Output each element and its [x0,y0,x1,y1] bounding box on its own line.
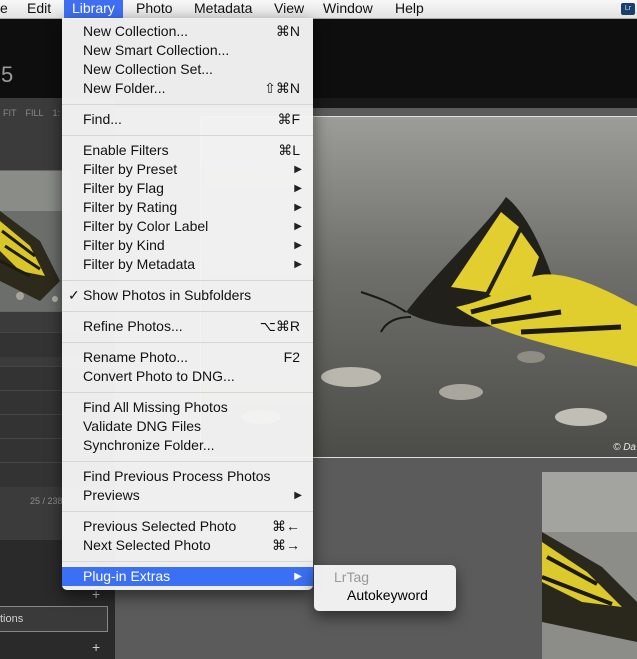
submenu-arrow-icon: ▶ [294,221,302,232]
plugin-extras-submenu: LrTag Autokeyword [314,565,456,611]
menu-item-next-selected-photo[interactable]: Next Selected Photo ⌘→ [62,536,313,555]
menu-separator [62,104,313,105]
library-menu: New Collection... ⌘N New Smart Collection… [62,18,313,590]
navigator-preview[interactable] [0,170,71,312]
menu-item-previous-selected-photo[interactable]: Previous Selected Photo ⌘← [62,517,313,536]
menu-item-synchronize-folder[interactable]: Synchronize Folder... [62,436,313,455]
menu-separator [62,461,313,462]
menu-item-new-smart-collection[interactable]: New Smart Collection... [62,41,313,60]
zoom-fit[interactable]: FIT [3,108,17,118]
menu-view[interactable]: View [266,0,312,18]
collections-field[interactable]: tions [0,606,108,632]
submenu-header-lrtag: LrTag [334,569,370,585]
menu-separator [62,280,313,281]
menu-item-filter-by-kind[interactable]: Filter by Kind ▶ [62,236,313,255]
menu-item-find[interactable]: Find... ⌘F [62,110,313,129]
menu-window[interactable]: Window [315,0,381,18]
add-icon[interactable]: + [92,639,100,655]
lightroom-badge-icon[interactable]: Lr [621,3,635,15]
zoom-1-1[interactable]: 1: [53,108,61,118]
folder-count: 25 / 238 [30,496,63,506]
menu-help[interactable]: Help [387,0,432,18]
menu-item-new-folder[interactable]: New Folder... ⇧⌘N [62,79,313,98]
menu-edit[interactable]: Edit [19,0,59,18]
menu-item-filter-by-preset[interactable]: Filter by Preset ▶ [62,160,313,179]
menu-item-filter-by-rating[interactable]: Filter by Rating ▶ [62,198,313,217]
menu-separator [62,342,313,343]
menu-item-new-collection[interactable]: New Collection... ⌘N [62,22,313,41]
menu-bar: e Edit Library Photo Metadata View Windo… [0,0,637,19]
menu-item-validate-dng-files[interactable]: Validate DNG Files [62,417,313,436]
navigator-butterfly-image [0,171,70,311]
menu-item-find-all-missing-photos[interactable]: Find All Missing Photos [62,398,313,417]
module-number: 5 [1,62,14,87]
menu-separator [62,392,313,393]
submenu-arrow-icon: ▶ [294,202,302,213]
menu-file[interactable]: e [0,0,16,18]
menu-item-show-photos-in-subfolders[interactable]: ✓ Show Photos in Subfolders [62,286,313,305]
checkmark-icon: ✓ [68,287,80,303]
menu-item-filter-by-flag[interactable]: Filter by Flag ▶ [62,179,313,198]
submenu-arrow-icon: ▶ [294,259,302,270]
menu-item-filter-by-metadata[interactable]: Filter by Metadata ▶ [62,255,313,274]
thumbnail-butterfly-image [542,472,637,659]
menu-item-rename-photo[interactable]: Rename Photo... F2 [62,348,313,367]
menu-item-enable-filters[interactable]: Enable Filters ⌘L [62,141,313,160]
secondary-thumbnail[interactable] [542,472,637,659]
submenu-arrow-icon: ▶ [294,164,302,175]
photo-credit: © Da [613,442,636,453]
menu-item-new-collection-set[interactable]: New Collection Set... [62,60,313,79]
menu-item-refine-photos[interactable]: Refine Photos... ⌥⌘R [62,317,313,336]
menu-item-filter-by-color-label[interactable]: Filter by Color Label ▶ [62,217,313,236]
menu-item-plug-in-extras[interactable]: Plug-in Extras ▶ [62,567,313,586]
menu-item-find-previous-process-photos[interactable]: Find Previous Process Photos [62,467,313,486]
submenu-arrow-icon: ▶ [294,240,302,251]
menu-item-convert-photo-to-dng[interactable]: Convert Photo to DNG... [62,367,313,386]
menu-separator [62,561,313,562]
zoom-fill[interactable]: FILL [26,108,44,118]
menu-item-previews[interactable]: Previews ▶ [62,486,313,505]
menu-separator [62,135,313,136]
submenu-item-autokeyword[interactable]: Autokeyword [314,586,456,605]
menu-metadata[interactable]: Metadata [186,0,260,18]
menu-photo[interactable]: Photo [128,0,181,18]
submenu-arrow-icon: ▶ [294,183,302,194]
menu-separator [62,511,313,512]
menu-library[interactable]: Library [64,0,123,18]
submenu-arrow-icon: ▶ [294,490,302,501]
menu-separator [62,311,313,312]
submenu-arrow-icon: ▶ [294,571,302,582]
